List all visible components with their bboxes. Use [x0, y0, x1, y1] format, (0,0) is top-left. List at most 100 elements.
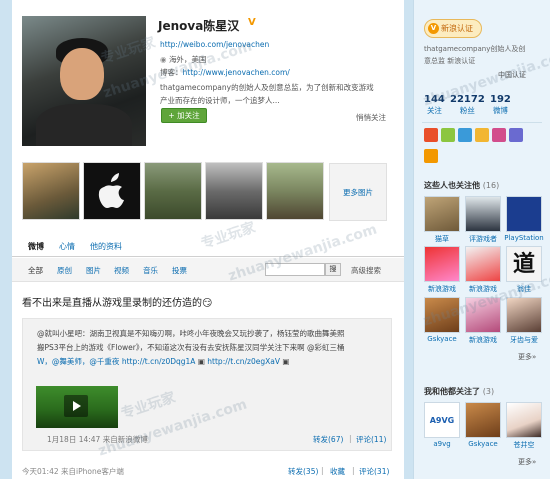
bag-icon[interactable] — [424, 149, 438, 163]
video-link-icon-2: ▣ — [279, 357, 290, 366]
following-count: 144 — [424, 94, 445, 105]
gem-icon[interactable] — [509, 128, 523, 142]
more-link[interactable]: 更多» — [518, 352, 536, 362]
bio-line-1: thatgamecompany的创始人及创意总监，为了创新和改变游戏 — [160, 83, 374, 92]
user-name[interactable]: a9vg — [422, 440, 462, 448]
feed-search-input[interactable] — [265, 263, 325, 276]
count-following[interactable]: 144 关注 — [424, 94, 445, 116]
quote-mentions[interactable]: W，@舞美师，@千重夜 — [37, 357, 122, 366]
quote-source: 来自新浪微博 — [102, 435, 148, 444]
video-link-icon: ▣ — [195, 357, 208, 366]
photo-thumb-4[interactable] — [205, 162, 263, 220]
verify-text-2: 意总监 新浪认证 — [424, 57, 476, 65]
quote-comment[interactable]: 评论(11) — [356, 434, 386, 445]
weibo-url-link[interactable]: http://weibo.com/jenovachen — [160, 40, 269, 49]
user-avatar[interactable] — [465, 402, 501, 438]
filter-images[interactable]: 图片 — [86, 265, 101, 276]
count-fans[interactable]: 22172 粉丝 — [450, 94, 485, 116]
quote-repost[interactable]: 转发(67) — [313, 434, 343, 445]
user-name[interactable]: 新浪游戏 — [463, 335, 503, 345]
user-avatar[interactable] — [465, 196, 501, 232]
post-text: 看不出来是直播从游戏里录制的还仿造的 — [22, 298, 202, 309]
photo-thumb-1[interactable] — [22, 162, 80, 220]
user-name[interactable]: 牙齿与爱 — [504, 335, 544, 345]
user-name[interactable]: Gskyace — [463, 440, 503, 448]
a9vg-logo-icon[interactable]: A9VG — [424, 402, 460, 438]
quote-line-1: @就叫小星吧：湖南卫视真是不知嗨刃啊，咔咚小年夜晚会又玩抄袭了，杨钰莹的歌曲舞美… — [37, 329, 345, 338]
fans-count: 22172 — [450, 94, 485, 105]
main-column: Jenova陈星汉 V http://weibo.com/jenovachen … — [12, 0, 404, 479]
post-comment[interactable]: 评论(31) — [359, 466, 389, 477]
feed-search-button[interactable]: 搜 — [325, 263, 341, 276]
short-link-1[interactable]: http://t.cn/z0Dqg1A — [122, 357, 196, 366]
filter-videos[interactable]: 视频 — [114, 265, 129, 276]
photo-thumb-2[interactable] — [83, 162, 141, 220]
quote-line-2: 搬PS3平台上的游戏《Flower》，不知道这次有没有去安抚陈星汉同学关注下来啊… — [37, 343, 345, 352]
feed-filters: 全部 原创 图片 视频 音乐 投票 — [12, 258, 404, 282]
location-text: 海外，美国 — [168, 55, 207, 64]
video-thumbnail[interactable] — [36, 386, 118, 428]
user-name[interactable]: 评游戏者 — [463, 234, 503, 244]
apple-logo-icon — [98, 173, 124, 208]
tab-profile[interactable]: 他的资料 — [90, 241, 122, 252]
user-name[interactable]: 新浪游戏 — [463, 284, 503, 294]
also-follow-title-row: 这些人也关注他 (16) — [424, 180, 499, 191]
quote-date[interactable]: 1月18日 14:47 — [47, 435, 100, 444]
common-follow-title: 我和他都关注了 — [424, 387, 480, 396]
blog-link[interactable]: http://www.jenovachen.com/ — [183, 68, 290, 77]
following-label: 关注 — [426, 106, 442, 115]
filter-votes[interactable]: 投票 — [172, 265, 187, 276]
user-avatar[interactable] — [424, 246, 460, 282]
user-name[interactable]: 苍井空 — [504, 440, 544, 450]
user-avatar[interactable] — [424, 196, 460, 232]
post-sep-2: | — [352, 466, 355, 475]
user-name[interactable]: PlayStation — [504, 234, 544, 242]
user-name[interactable]: 猫草 — [422, 234, 462, 244]
photo-thumb-3[interactable] — [144, 162, 202, 220]
heart-icon[interactable] — [492, 128, 506, 142]
blog-row: 博客：http://www.jenovachen.com/ — [160, 67, 290, 78]
playstation-logo-icon[interactable] — [506, 196, 542, 232]
user-avatar[interactable] — [465, 297, 501, 333]
leaf-icon[interactable] — [441, 128, 455, 142]
user-avatar[interactable] — [424, 297, 460, 333]
user-name[interactable]: Gskyace — [422, 335, 462, 343]
user-avatar[interactable]: 道 — [506, 246, 542, 282]
filter-music[interactable]: 音乐 — [143, 265, 158, 276]
region-link[interactable]: 中国认证 — [498, 70, 526, 80]
profile-avatar[interactable] — [22, 16, 146, 146]
more-photos-link[interactable]: 更多图片 — [329, 163, 387, 221]
blog-label: 博客： — [160, 68, 183, 77]
divider — [422, 122, 542, 123]
play-icon[interactable] — [64, 395, 88, 417]
filter-original[interactable]: 原创 — [57, 265, 72, 276]
count-posts[interactable]: 192 微博 — [490, 94, 511, 116]
post-repost[interactable]: 转发(35) — [288, 466, 318, 477]
star-icon[interactable] — [458, 128, 472, 142]
user-avatar[interactable] — [506, 297, 542, 333]
user-avatar[interactable] — [506, 402, 542, 438]
post-sep-1: | — [321, 466, 324, 475]
feed-tabs: 微博 心情 他的资料 — [12, 237, 404, 257]
quiet-follow-link[interactable]: 悄悄关注 — [356, 112, 386, 123]
filter-all[interactable]: 全部 — [28, 265, 43, 276]
user-avatar[interactable] — [465, 246, 501, 282]
medal-icon[interactable] — [424, 128, 438, 142]
follow-button[interactable]: + 加关注 — [161, 108, 207, 123]
verified-v-icon: V — [428, 23, 439, 34]
more-link-2[interactable]: 更多» — [518, 457, 536, 467]
tab-mood[interactable]: 心情 — [59, 241, 75, 252]
user-name[interactable]: 翁佳 — [504, 284, 544, 294]
advanced-search-link[interactable]: 高级搜索 — [351, 265, 381, 276]
right-sidebar: 新浪认证 V thatgamecompany创始人及创 意总监 新浪认证 中国认… — [413, 0, 550, 479]
tab-weibo[interactable]: 微博 — [28, 241, 44, 252]
photo-thumb-5[interactable] — [266, 162, 324, 220]
common-follow-title-row: 我和他都关注了 (3) — [424, 386, 494, 397]
posts-label: 微博 — [492, 106, 508, 115]
user-name[interactable]: 新浪游戏 — [422, 284, 462, 294]
post-time[interactable]: 今天01:42 — [22, 467, 59, 476]
post-favorite[interactable]: 收藏 — [330, 466, 345, 477]
trophy-icon[interactable] — [475, 128, 489, 142]
short-link-2[interactable]: http://t.cn/z0egXaV — [207, 357, 280, 366]
also-follow-count: (16) — [482, 181, 500, 190]
